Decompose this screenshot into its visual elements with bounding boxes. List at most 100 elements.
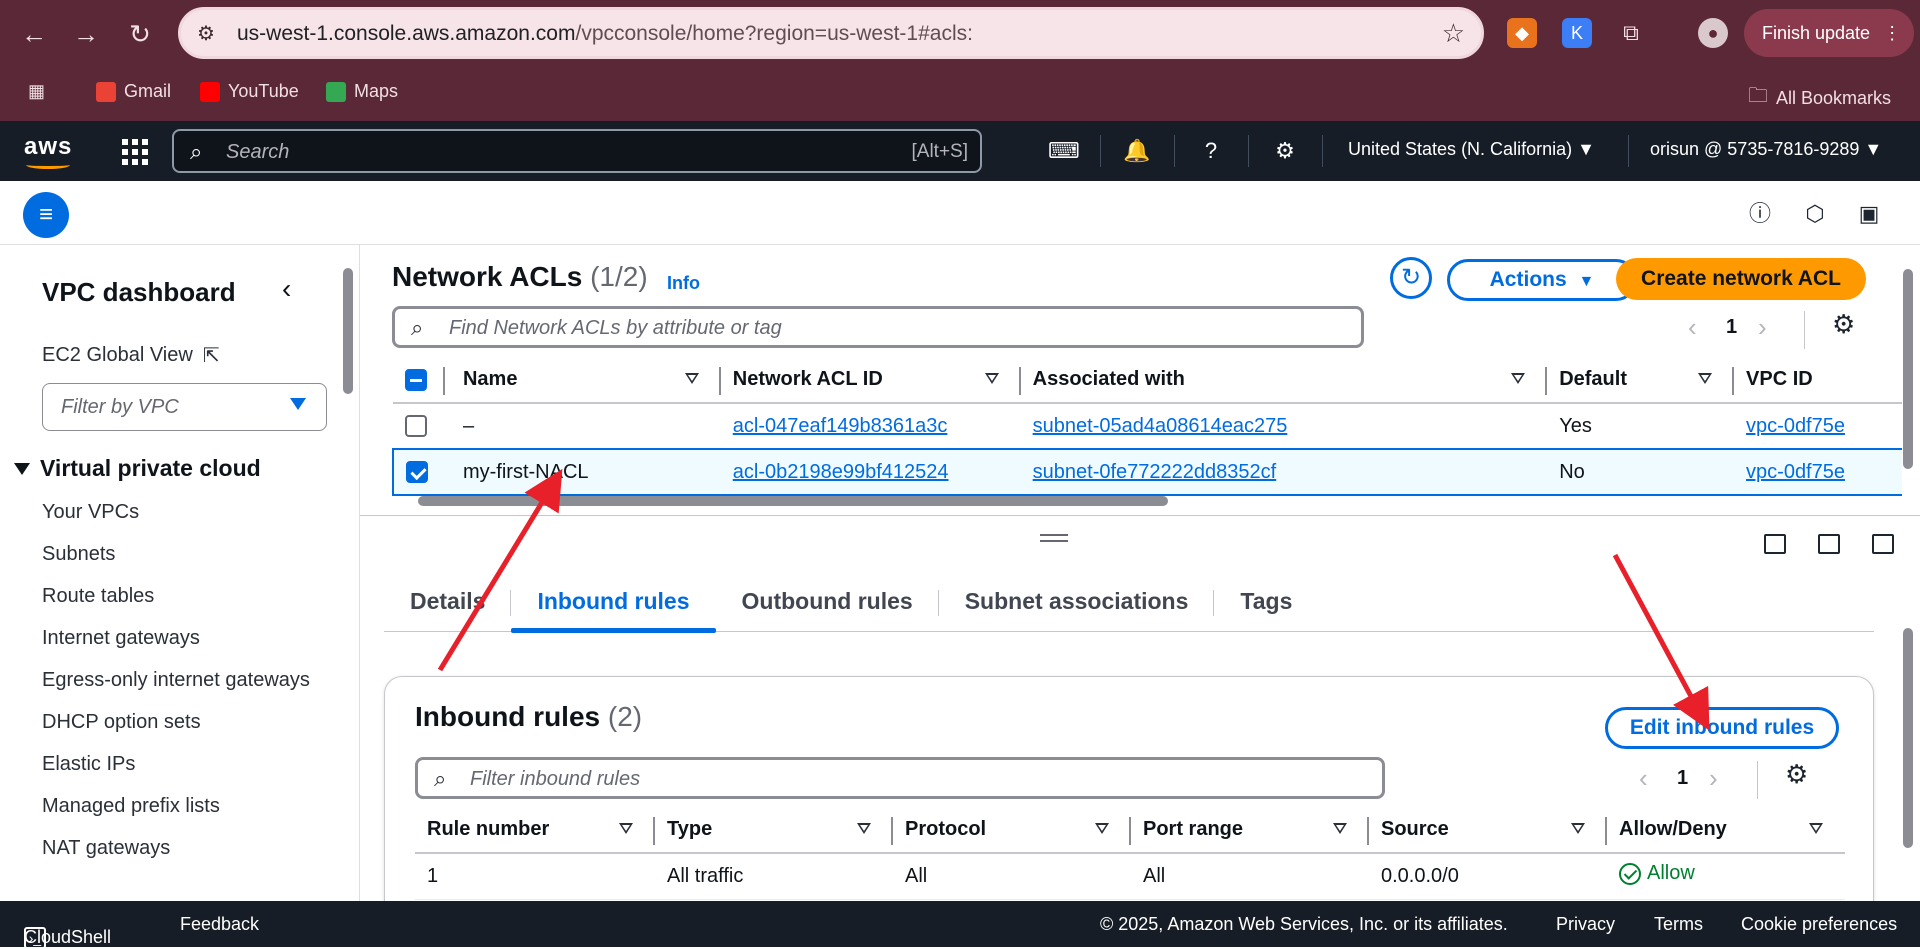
pane-side-icon[interactable] [1818,534,1840,554]
pane-full-icon[interactable] [1872,534,1894,554]
sidebar-scrollbar[interactable] [343,268,353,394]
column-header-acl-id[interactable]: Network ACL ID [720,357,1021,404]
table-preferences-gear-icon[interactable]: ⚙ [1785,759,1808,790]
profile-avatar[interactable]: ● [1698,18,1728,48]
prev-page-icon[interactable]: ‹ [1639,763,1648,794]
extensions-icon[interactable]: ⧉ [1616,18,1646,48]
create-network-acl-button[interactable]: Create network ACL [1616,258,1866,300]
info-panel-icon[interactable]: ⓘ [1745,199,1775,229]
tab-tags[interactable]: Tags [1214,576,1318,631]
next-page-icon[interactable]: › [1709,763,1718,794]
acl-search-input[interactable]: ⌕ Find Network ACLs by attribute or tag [392,306,1364,348]
sidebar-item-dhcp-option-sets[interactable]: DHCP option sets [42,707,322,737]
acl-id-link[interactable]: acl-0b2198e99bf412524 [733,461,949,483]
vpc-link[interactable]: vpc-0df75e [1746,461,1845,483]
acl-name: my-first-NACL [450,448,721,496]
bookmark-gmail[interactable]: Gmail [96,81,171,102]
sidebar-section-vpc[interactable]: Virtual private cloud [14,455,261,482]
column-header-protocol[interactable]: Protocol [893,807,1131,854]
table-horizontal-scrollbar[interactable] [400,494,1870,508]
column-header-type[interactable]: Type [655,807,893,854]
bookmark-star-icon[interactable]: ☆ [1442,18,1465,49]
tab-outbound-rules[interactable]: Outbound rules [716,576,939,631]
cloudshell-icon[interactable]: ⌨ [1048,136,1080,166]
tab-subnet-associations[interactable]: Subnet associations [939,576,1215,631]
inbound-rules-filter[interactable]: ⌕ Filter inbound rules [415,757,1385,799]
column-header-name[interactable]: Name [450,357,721,404]
services-grid-icon[interactable] [122,139,148,165]
k-extension-icon[interactable]: K [1562,18,1592,48]
select-all-checkbox[interactable] [393,357,451,404]
region-selector[interactable]: United States (N. California) ▼ [1348,139,1595,160]
top-panel-scrollbar[interactable] [1900,245,1916,515]
details-scrollbar[interactable] [1900,570,1916,900]
filter-by-vpc-select[interactable]: Filter by VPC [42,383,327,431]
address-bar[interactable]: ⚙ us-west-1.console.aws.amazon.com/vpcco… [178,7,1484,59]
acl-id-link[interactable]: acl-047eaf149b8361a3c [733,415,948,437]
tab-inbound-rules[interactable]: Inbound rules [511,576,716,633]
resize-handle[interactable] [1040,534,1068,542]
forward-icon[interactable]: → [66,14,106,54]
aws-logo[interactable]: aws [24,133,72,169]
table-preferences-gear-icon[interactable]: ⚙ [1832,309,1855,340]
feedback-link[interactable]: Feedback [180,914,259,935]
subnet-link[interactable]: subnet-0fe772222dd8352cf [1033,461,1277,483]
back-icon[interactable]: ← [14,14,54,54]
collapse-sidebar-icon[interactable]: ‹ [282,273,291,305]
sidebar-item-managed-prefix-lists[interactable]: Managed prefix lists [42,791,322,821]
column-header-rule-number[interactable]: Rule number [415,807,655,854]
bookmark-youtube[interactable]: YouTube [200,81,299,102]
account-menu[interactable]: orisun @ 5735-7816-9289 ▼ [1650,139,1882,160]
pane-bottom-icon[interactable] [1764,534,1786,554]
apps-grid-icon[interactable]: ▦ [28,81,45,102]
search-icon: ⌕ [411,315,424,340]
screen-share-icon[interactable]: ▣ [1854,199,1884,229]
help-icon[interactable]: ? [1196,136,1226,166]
aws-search-input[interactable]: ⌕ Search [Alt+S] [172,129,982,173]
row-checkbox[interactable] [392,448,451,496]
column-header-source[interactable]: Source [1369,807,1607,854]
privacy-link[interactable]: Privacy [1556,914,1615,935]
settings-gear-icon[interactable]: ⚙ [1270,136,1300,166]
amazon-q-icon[interactable]: ⬡ [1800,199,1830,229]
metamask-icon[interactable]: ◆ [1507,18,1537,48]
sidebar-item-egress-only-gateways[interactable]: Egress-only internet gateways [42,665,322,695]
all-bookmarks[interactable]: 🗀 All Bookmarks [1748,81,1891,115]
subnet-link[interactable]: subnet-05ad4a08614eac275 [1033,415,1288,437]
table-row[interactable]: – acl-047eaf149b8361a3c subnet-05ad4a086… [393,403,1902,450]
reload-icon[interactable]: ↻ [120,14,160,54]
column-header-allow-deny[interactable]: Allow/Deny [1607,807,1845,854]
refresh-icon[interactable]: ↻ [1390,257,1432,299]
column-header-associated-with[interactable]: Associated with [1020,357,1548,404]
sidebar-item-nat-gateways[interactable]: NAT gateways [42,833,322,863]
sidebar-item-ec2-global-view[interactable]: EC2 Global View ⇱ [42,343,220,368]
sidebar-item-your-vpcs[interactable]: Your VPCs [42,497,322,527]
info-link[interactable]: Info [667,273,700,294]
table-row-selected[interactable]: my-first-NACL acl-0b2198e99bf412524 subn… [392,448,1902,496]
actions-button[interactable]: Actions ▼ [1447,259,1637,301]
edit-inbound-rules-button[interactable]: Edit inbound rules [1605,707,1839,749]
row-checkbox[interactable] [393,403,451,450]
sidebar-item-internet-gateways[interactable]: Internet gateways [42,623,322,653]
column-header-vpc-id[interactable]: VPC ID [1734,357,1902,404]
sidebar-item-route-tables[interactable]: Route tables [42,581,322,611]
current-page[interactable]: 1 [1726,316,1737,339]
vpc-link[interactable]: vpc-0df75e [1746,415,1845,437]
next-page-icon[interactable]: › [1758,312,1767,343]
sidebar-item-subnets[interactable]: Subnets [42,539,322,569]
more-menu-icon[interactable]: ⋮ [1883,23,1901,43]
current-page[interactable]: 1 [1677,767,1688,790]
column-header-default[interactable]: Default [1547,357,1735,404]
column-header-port-range[interactable]: Port range [1131,807,1369,854]
cookie-preferences-link[interactable]: Cookie preferences [1741,914,1897,935]
bookmark-maps[interactable]: Maps [326,81,398,102]
finish-update-button[interactable]: Finish update ⋮ [1744,9,1914,57]
prev-page-icon[interactable]: ‹ [1688,312,1697,343]
site-info-icon[interactable]: ⚙ [197,21,221,45]
tab-details[interactable]: Details [384,576,512,631]
sidebar-title[interactable]: VPC dashboard [42,277,236,308]
terms-link[interactable]: Terms [1654,914,1703,935]
notifications-bell-icon[interactable]: 🔔 [1122,136,1152,166]
sidebar-item-elastic-ips[interactable]: Elastic IPs [42,749,322,779]
menu-hamburger-icon[interactable]: ≡ [23,192,69,238]
